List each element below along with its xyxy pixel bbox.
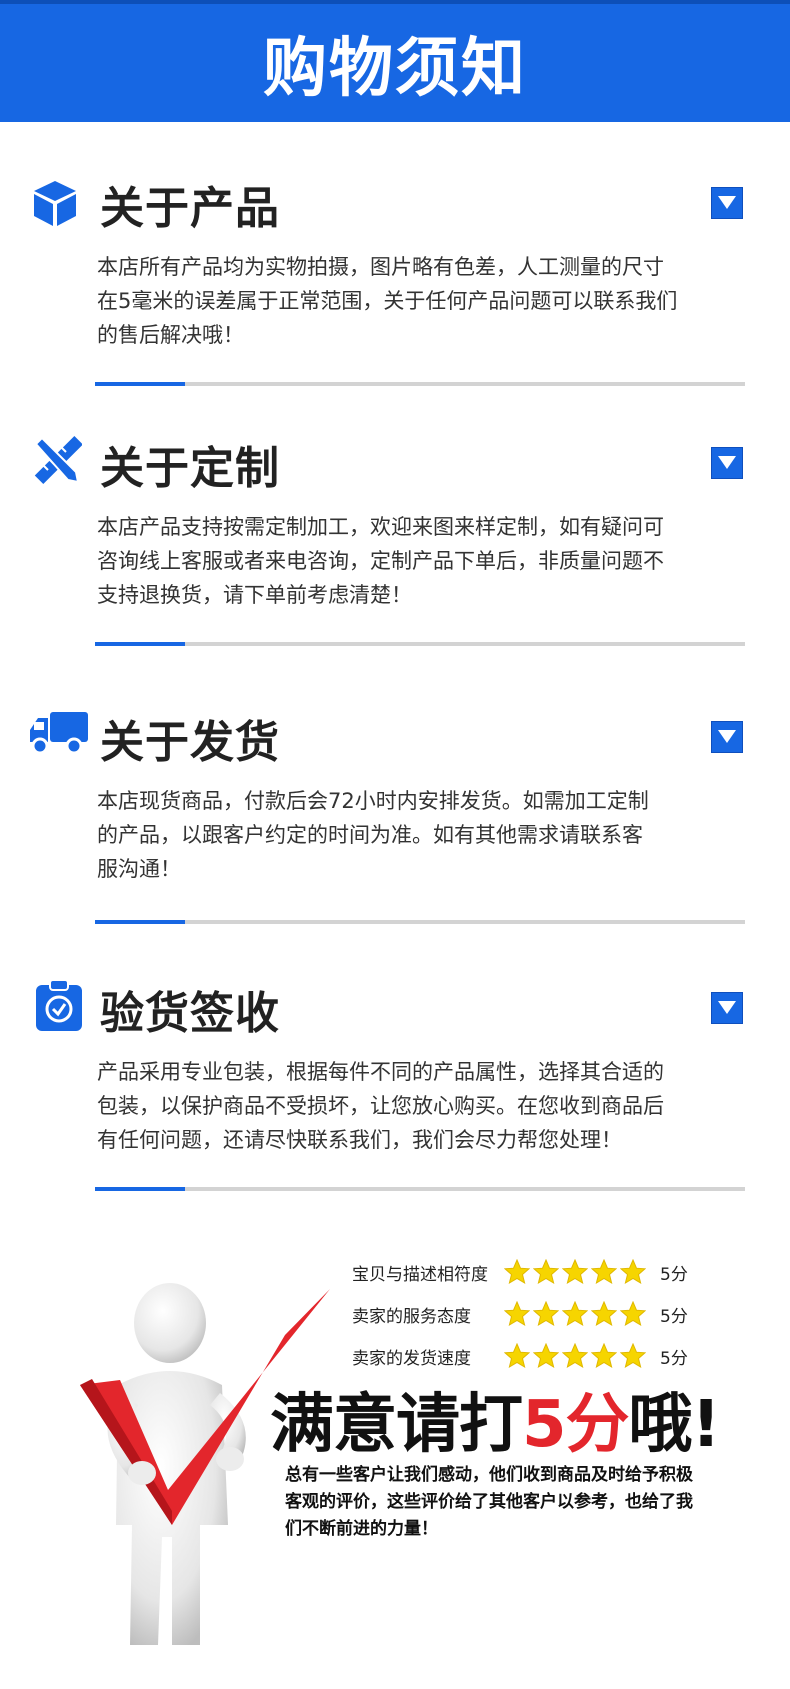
expand-toggle-button[interactable] [711, 187, 743, 219]
section-title: 关于产品 [100, 183, 280, 234]
star-icon [619, 1342, 647, 1369]
star-icon [503, 1300, 531, 1327]
slogan-text: 哦! [628, 1388, 721, 1462]
slogan-text: 满意请打 [270, 1388, 523, 1462]
section-title: 关于定制 [100, 443, 280, 494]
clipboard-check-icon [34, 979, 90, 1035]
section-divider [95, 920, 745, 924]
pencil-ruler-icon [30, 434, 86, 490]
section-body: 本店现货商品，付款后会72小时内安排发货。如需加工定制 的产品，以跟客户约定的时… [97, 784, 757, 886]
body-line: 咨询线上客服或者来电咨询，定制产品下单后，非质量问题不 [97, 549, 664, 573]
star-icon [532, 1300, 560, 1327]
body-line: 本店现货商品，付款后会72小时内安排发货。如需加工定制 [97, 789, 649, 813]
triangle-down-icon [718, 196, 736, 209]
section-divider [95, 382, 745, 386]
rating-label: 卖家的服务态度 [352, 1306, 471, 1327]
star-icon [590, 1300, 618, 1327]
rating-label: 卖家的发货速度 [352, 1348, 471, 1369]
truck-icon [28, 708, 92, 764]
star-icon [619, 1258, 647, 1285]
thanks-paragraph: 总有一些客户让我们感动，他们收到商品及时给予积极 客观的评价，这些评价给了其他客… [285, 1462, 715, 1543]
body-line: 的产品，以跟客户约定的时间为准。如有其他需求请联系客 [97, 823, 643, 847]
rating-banner: 宝贝与描述相符度 5分 卖家的服务态度 5分 卖家的发货速度 5分 满意请打5分… [30, 1258, 770, 1655]
star-rating [503, 1342, 647, 1369]
body-line: 有任何问题，还请尽快联系我们，我们会尽力帮您处理！ [97, 1128, 622, 1152]
star-icon [503, 1258, 531, 1285]
rating-slogan: 满意请打5分哦! [270, 1373, 721, 1465]
star-icon [503, 1342, 531, 1369]
body-line: 本店产品支持按需定制加工，欢迎来图来样定制，如有疑问可 [97, 515, 664, 539]
thanks-line: 们不断前进的力量！ [285, 1519, 438, 1539]
section-divider [95, 1187, 745, 1191]
section-body: 产品采用专业包装，根据每件不同的产品属性，选择其合适的 包装，以保护商品不受损坏… [97, 1055, 757, 1157]
rating-score: 5分 [660, 1348, 688, 1369]
thanks-line: 总有一些客户让我们感动，他们收到商品及时给予积极 [285, 1465, 693, 1485]
body-line: 本店所有产品均为实物拍摄，图片略有色差，人工测量的尺寸 [97, 255, 664, 279]
section-title: 验货签收 [100, 988, 280, 1039]
section-divider [95, 642, 745, 646]
box-icon [30, 178, 86, 234]
rating-row: 卖家的发货速度 5分 [352, 1341, 688, 1371]
rating-label: 宝贝与描述相符度 [352, 1264, 488, 1285]
star-rating [503, 1300, 647, 1327]
body-line: 产品采用专业包装，根据每件不同的产品属性，选择其合适的 [97, 1060, 664, 1084]
body-line: 在5毫米的误差属于正常范围，关于任何产品问题可以联系我们 [97, 289, 678, 313]
body-line: 支持退换货，请下单前考虑清楚！ [97, 583, 412, 607]
page-header: 购物须知 [0, 0, 790, 122]
star-icon [561, 1258, 589, 1285]
star-icon [532, 1342, 560, 1369]
slogan-highlight: 5分 [522, 1388, 630, 1462]
triangle-down-icon [718, 730, 736, 743]
triangle-down-icon [718, 456, 736, 469]
expand-toggle-button[interactable] [711, 992, 743, 1024]
section-body: 本店产品支持按需定制加工，欢迎来图来样定制，如有疑问可 咨询线上客服或者来电咨询… [97, 510, 757, 612]
star-icon [590, 1258, 618, 1285]
page-title: 购物须知 [263, 32, 527, 106]
star-icon [590, 1342, 618, 1369]
rating-score: 5分 [660, 1264, 688, 1285]
star-rating [503, 1258, 647, 1285]
body-line: 服沟通！ [97, 857, 181, 881]
star-icon [532, 1258, 560, 1285]
star-icon [561, 1342, 589, 1369]
section-title: 关于发货 [100, 717, 280, 768]
expand-toggle-button[interactable] [711, 447, 743, 479]
triangle-down-icon [718, 1001, 736, 1014]
rating-row: 卖家的服务态度 5分 [352, 1299, 688, 1329]
rating-score: 5分 [660, 1306, 688, 1327]
body-line: 包装，以保护商品不受损坏，让您放心购买。在您收到商品后 [97, 1094, 664, 1118]
section-body: 本店所有产品均为实物拍摄，图片略有色差，人工测量的尺寸 在5毫米的误差属于正常范… [97, 250, 757, 352]
expand-toggle-button[interactable] [711, 721, 743, 753]
rating-row: 宝贝与描述相符度 5分 [352, 1257, 688, 1287]
star-icon [561, 1300, 589, 1327]
thanks-line: 客观的评价，这些评价给了其他客户以参考，也给了我 [285, 1492, 693, 1512]
body-line: 的售后解决哦！ [97, 323, 244, 347]
star-icon [619, 1300, 647, 1327]
